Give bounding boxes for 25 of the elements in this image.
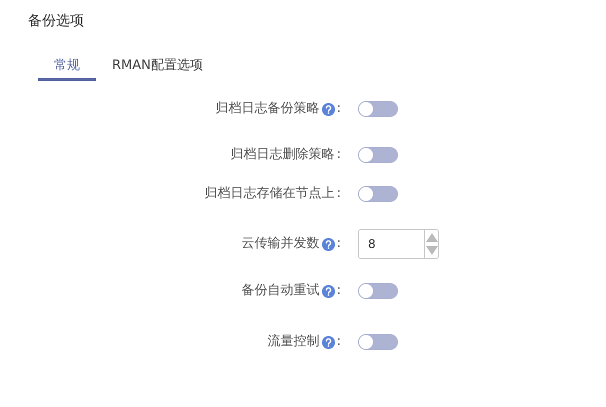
colon: : bbox=[336, 333, 341, 352]
number-field[interactable]: 8 bbox=[358, 229, 424, 259]
field-label: 备份自动重试 bbox=[242, 282, 320, 300]
panel-title: 备份选项 bbox=[28, 12, 84, 31]
help-icon[interactable] bbox=[322, 238, 335, 250]
colon: : bbox=[336, 235, 341, 254]
colon: : bbox=[336, 185, 341, 204]
toggle-switch[interactable] bbox=[358, 186, 398, 202]
colon: : bbox=[336, 100, 341, 118]
help-icon[interactable] bbox=[322, 102, 335, 116]
colon: : bbox=[336, 146, 341, 164]
field-label: 归档日志删除策略 bbox=[230, 146, 335, 164]
field-label: 流量控制 bbox=[268, 333, 320, 352]
help-icon[interactable] bbox=[322, 284, 335, 298]
colon: : bbox=[336, 282, 341, 300]
toggle-switch[interactable] bbox=[358, 334, 398, 350]
toggle-switch[interactable] bbox=[358, 101, 398, 117]
field-label: 归档日志备份策略 bbox=[216, 100, 320, 118]
help-icon[interactable] bbox=[322, 336, 335, 348]
tab[interactable]: RMAN配置选项 bbox=[96, 53, 219, 81]
field-label: 云传输并发数 bbox=[242, 235, 320, 254]
toggle-switch[interactable] bbox=[358, 283, 398, 299]
field-label: 归档日志存储在节点上 bbox=[204, 185, 335, 204]
toggle-switch[interactable] bbox=[358, 147, 398, 163]
tab[interactable]: 常规 bbox=[38, 53, 96, 81]
